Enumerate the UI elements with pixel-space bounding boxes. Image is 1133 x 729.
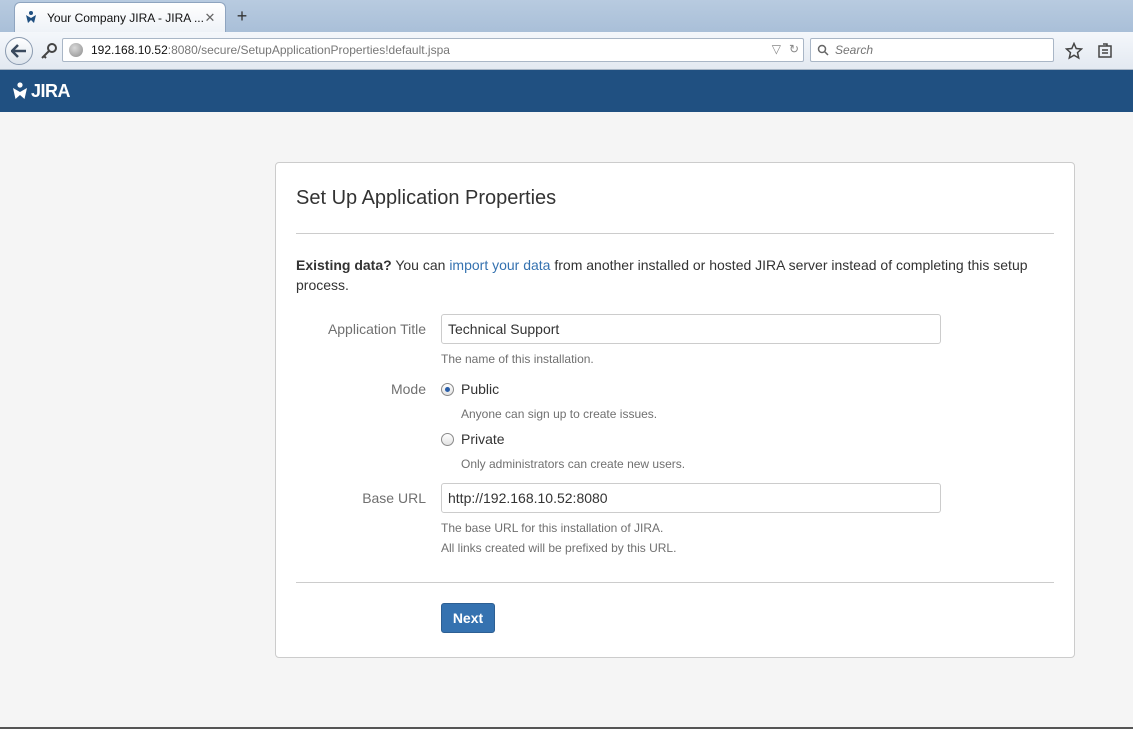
close-tab-icon[interactable]: ✕ — [203, 10, 217, 25]
base-url-input[interactable] — [441, 483, 941, 513]
import-data-link[interactable]: import your data — [449, 257, 550, 273]
browser-nav-bar: 192.168.10.52:8080/secure/SetupApplicati… — [0, 32, 1133, 70]
jira-logo[interactable]: JIRA — [12, 80, 71, 102]
app-title-input[interactable] — [441, 314, 941, 344]
url-host: 192.168.10.52 — [91, 43, 168, 57]
site-identity-key-icon[interactable] — [36, 40, 62, 62]
search-icon — [817, 44, 829, 56]
intro-bold: Existing data? — [296, 257, 392, 273]
divider — [296, 233, 1054, 234]
app-title-label: Application Title — [327, 321, 426, 337]
base-url-label: Base URL — [362, 490, 426, 506]
intro-before-link: You can — [391, 257, 450, 273]
divider — [296, 582, 1054, 583]
jira-header: JIRA — [0, 70, 1133, 112]
jira-favicon-icon — [23, 10, 39, 26]
app-title-description: The name of this installation. — [441, 352, 594, 366]
page-title: Set Up Application Properties — [296, 187, 557, 209]
tab-title: Your Company JIRA - JIRA ... — [47, 10, 203, 25]
mode-public-description: Anyone can sign up to create issues. — [461, 407, 658, 421]
setup-panel: Set Up Application Properties Existing d… — [275, 162, 1075, 658]
mode-public-label[interactable]: Public — [461, 381, 499, 397]
browser-tab-bar: Your Company JIRA - JIRA ... ✕ + — [0, 0, 1133, 32]
bookmark-star-icon[interactable] — [1064, 41, 1084, 61]
mode-private-description: Only administrators can create new users… — [461, 457, 686, 471]
back-arrow-icon — [11, 44, 26, 58]
dropdown-arrow-icon[interactable]: ▽ — [772, 42, 781, 56]
url-path: :8080/secure/SetupApplicationProperties!… — [167, 43, 450, 57]
mode-private-label[interactable]: Private — [461, 431, 505, 447]
next-button[interactable]: Next — [441, 603, 495, 633]
back-button[interactable] — [5, 37, 33, 65]
browser-search-bar[interactable] — [810, 38, 1054, 62]
mode-public-radio[interactable] — [441, 383, 454, 396]
jira-logo-icon — [13, 82, 27, 99]
browser-search-input[interactable] — [835, 43, 1045, 57]
address-bar[interactable]: 192.168.10.52:8080/secure/SetupApplicati… — [62, 38, 804, 62]
bookmarks-menu-icon[interactable] — [1095, 41, 1115, 61]
jira-logo-text: JIRA — [31, 80, 71, 101]
globe-icon — [69, 43, 83, 57]
reload-icon[interactable]: ↻ — [789, 42, 799, 56]
browser-tab[interactable]: Your Company JIRA - JIRA ... ✕ — [14, 2, 226, 32]
base-url-description: The base URL for this installation of JI… — [441, 521, 664, 535]
base-url-prefix-note: All links created will be prefixed by th… — [441, 541, 677, 555]
mode-label: Mode — [390, 381, 426, 397]
intro-text: Existing data? You can import your data … — [296, 255, 1056, 295]
mode-private-radio[interactable] — [441, 433, 454, 446]
new-tab-icon[interactable]: + — [232, 6, 252, 26]
